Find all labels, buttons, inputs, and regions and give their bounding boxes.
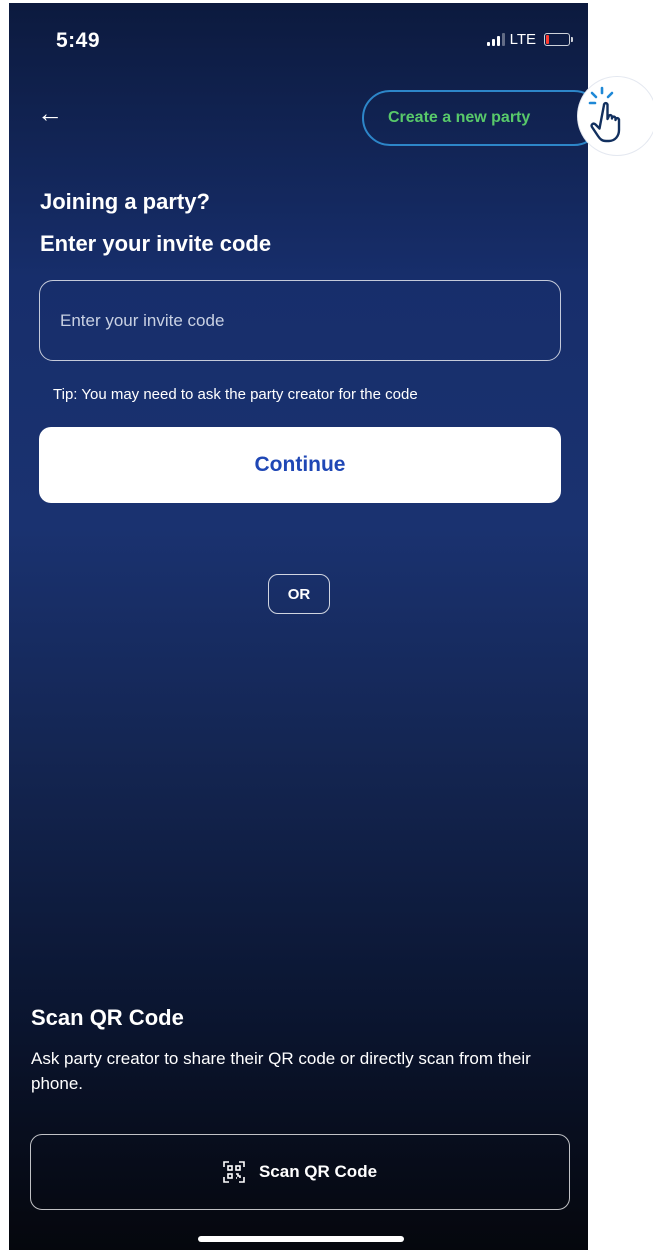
invite-code-input[interactable] [39,280,561,361]
create-party-button[interactable]: Create a new party [362,90,588,146]
qr-code-icon [223,1161,245,1183]
or-label: OR [287,585,311,603]
join-title: Joining a party? [40,189,210,214]
status-time: 5:49 [56,29,101,52]
app-screen: 5:49 LTE ← Create a new party Joining a … [9,3,588,1250]
or-divider: OR [268,574,330,614]
network-label: LTE [509,31,536,48]
back-arrow-icon[interactable]: ← [37,100,63,126]
battery-icon [544,33,573,46]
tap-hand-overlay [578,77,653,155]
continue-label: Continue [254,453,346,476]
scan-qr-label: Scan QR Code [258,1162,378,1181]
join-subtitle: Enter your invite code [40,231,272,256]
scan-title: Scan QR Code [31,1005,184,1030]
status-indicators: LTE [486,31,573,48]
tap-hand-icon [588,86,621,143]
create-party-label: Create a new party [388,109,531,126]
signal-icon [486,33,505,46]
continue-button[interactable]: Continue [39,427,561,503]
scan-qr-button[interactable]: Scan QR Code [30,1134,570,1210]
scan-description: Ask party creator to share their QR code… [31,1049,531,1093]
tip-text: Tip: You may need to ask the party creat… [53,386,418,403]
home-indicator [198,1236,404,1242]
